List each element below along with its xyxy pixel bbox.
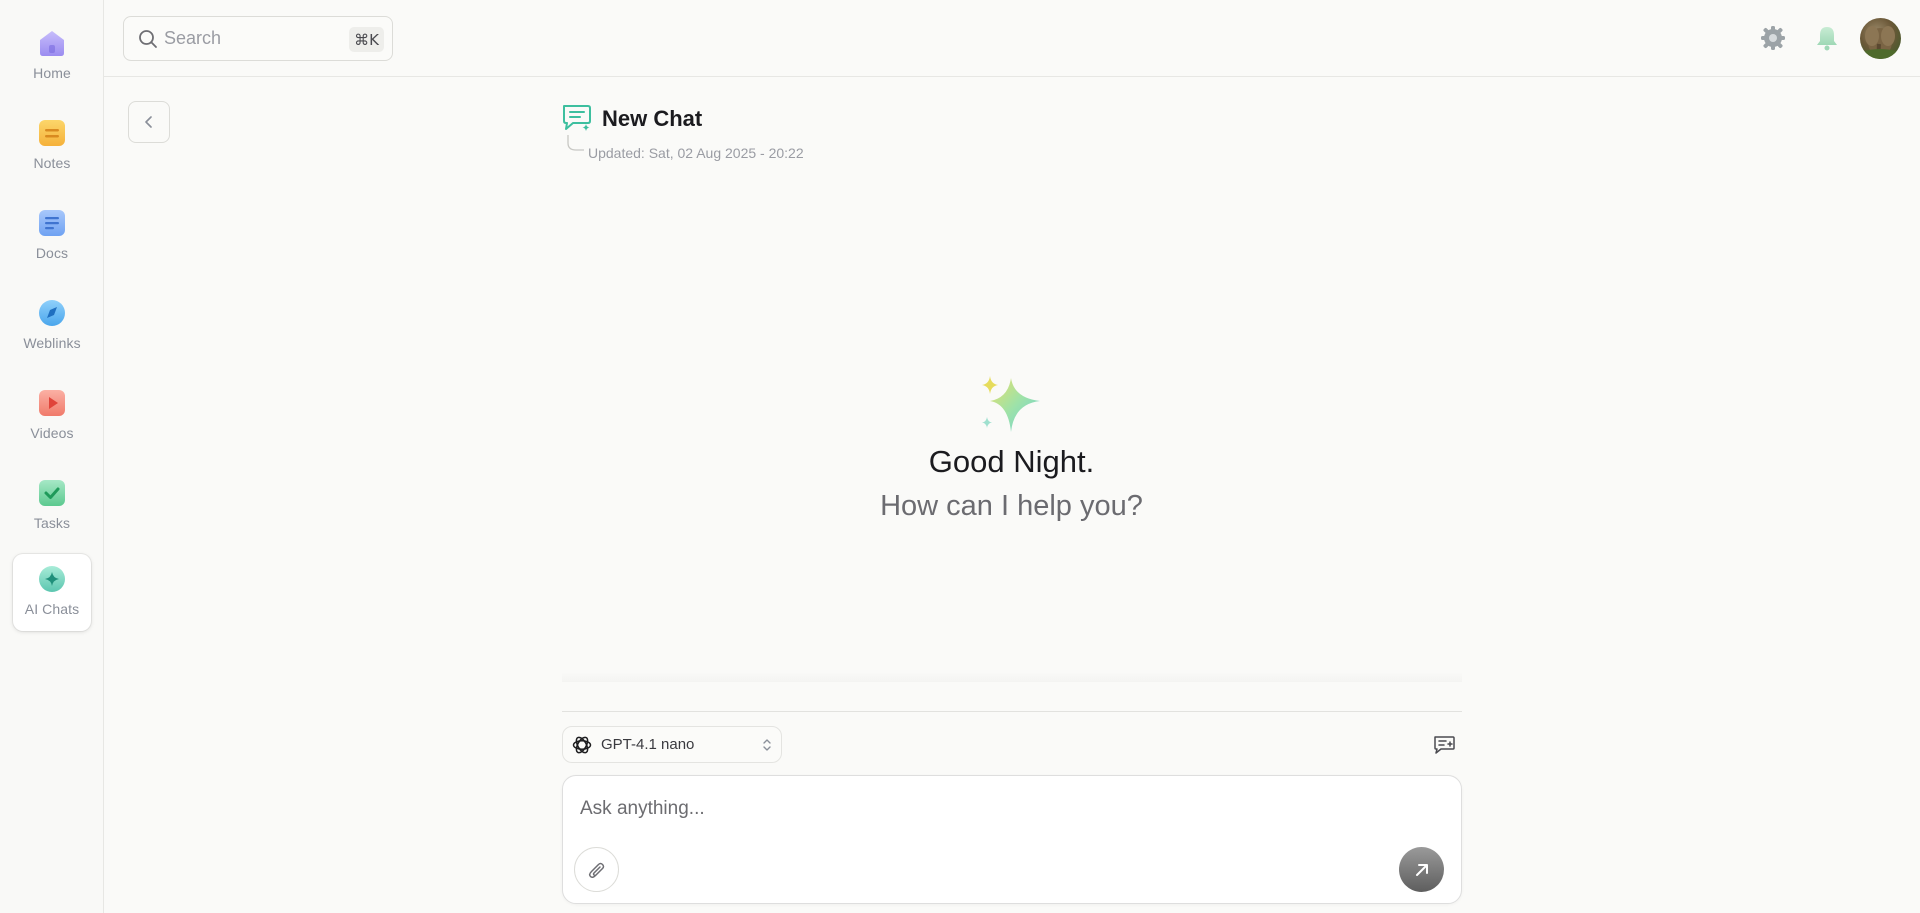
new-chat-icon[interactable]: [1433, 734, 1455, 756]
divider-fade: [562, 672, 1462, 682]
search-icon: [139, 29, 157, 48]
ai-chats-icon: [39, 566, 65, 592]
chevron-updown-icon: [763, 739, 771, 751]
sidebar-item-label: AI Chats: [24, 601, 80, 617]
sidebar-item-label: Notes: [33, 155, 71, 171]
chat-icon: [563, 105, 591, 131]
model-selector[interactable]: GPT-4.1 nano: [562, 726, 782, 763]
docs-icon: [39, 210, 65, 236]
notes-icon: [39, 120, 65, 146]
paperclip-icon: [588, 862, 604, 878]
arrow-up-right-icon: [1415, 863, 1428, 876]
greeting-title: Good Night.: [928, 444, 1095, 479]
send-button[interactable]: [1399, 847, 1444, 892]
sidebar-item-docs[interactable]: Docs: [13, 198, 91, 275]
avatar[interactable]: [1860, 18, 1901, 59]
settings-icon[interactable]: [1759, 24, 1787, 52]
attach-button[interactable]: [574, 847, 619, 892]
sidebar-item-ai-chats[interactable]: AI Chats: [13, 554, 91, 631]
sidebar-item-home[interactable]: Home: [13, 18, 91, 95]
chat-composer: [562, 775, 1462, 904]
back-button[interactable]: [128, 101, 170, 143]
chat-input[interactable]: [580, 794, 1440, 824]
topbar: Search ⌘K: [104, 0, 1920, 77]
divider: [562, 711, 1462, 712]
openai-logo-icon: [572, 736, 592, 753]
search-shortcut-badge: ⌘K: [349, 27, 384, 52]
sidebar-item-notes[interactable]: Notes: [13, 108, 91, 185]
model-name: GPT-4.1 nano: [601, 736, 695, 753]
chat-title: New Chat: [602, 106, 703, 131]
sparkles-icon: [982, 376, 1040, 432]
videos-icon: [39, 390, 65, 416]
avatar-image: [1860, 26, 1901, 59]
updated-timestamp: Updated: Sat, 02 Aug 2025 - 20:22: [588, 145, 804, 161]
greeting-subtitle: How can I help you?: [880, 490, 1143, 522]
search-input[interactable]: Search ⌘K: [123, 16, 393, 61]
home-icon: [40, 31, 64, 56]
bell-icon[interactable]: [1813, 24, 1841, 52]
sidebar-item-label: Docs: [35, 245, 69, 261]
sidebar-item-weblinks[interactable]: Weblinks: [13, 288, 91, 365]
search-placeholder: Search: [164, 28, 222, 48]
connector-line: [567, 135, 584, 151]
weblinks-icon: [39, 300, 65, 326]
sidebar-item-label: Weblinks: [23, 335, 81, 351]
chevron-left-icon: [145, 116, 152, 128]
sidebar-item-label: Home: [33, 65, 71, 81]
sidebar-item-label: Videos: [30, 425, 74, 441]
